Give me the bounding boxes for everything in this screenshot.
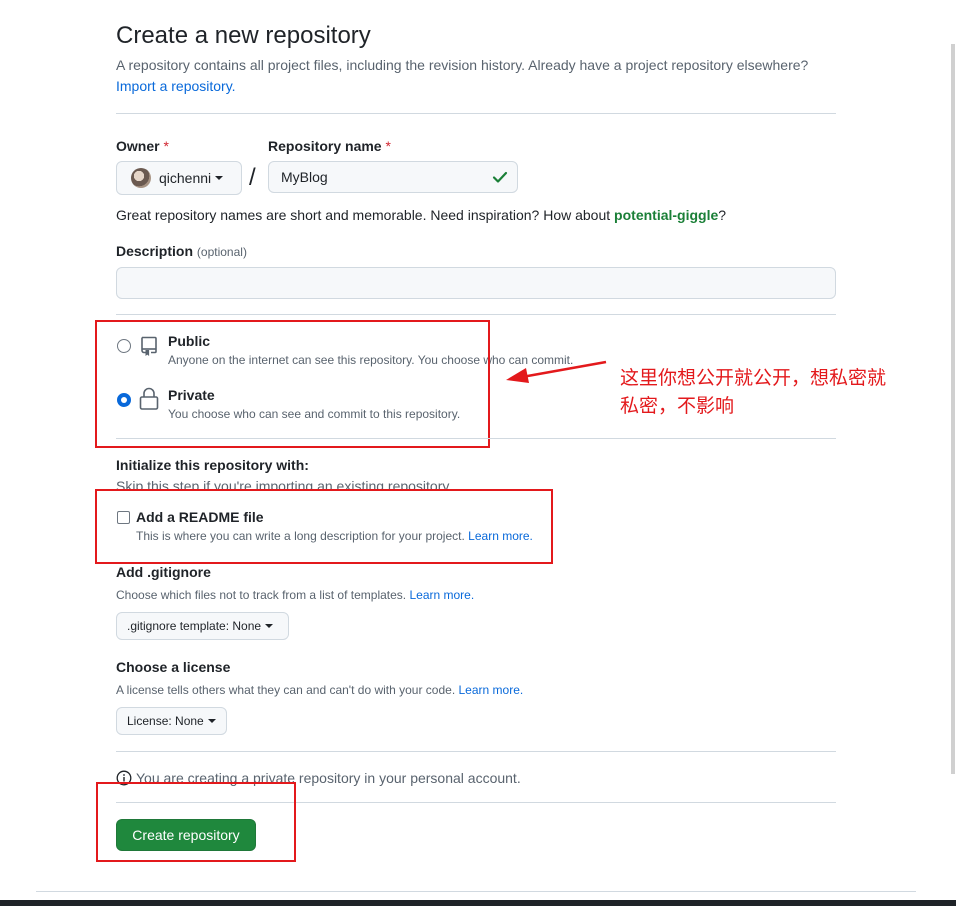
repo-name-label-text: Repository name bbox=[268, 138, 382, 154]
bottom-bar bbox=[0, 900, 956, 906]
required-mark: * bbox=[385, 138, 391, 154]
owner-select-button[interactable]: qichenni bbox=[116, 161, 242, 195]
gitignore-description: Choose which files not to track from a l… bbox=[116, 588, 474, 602]
repo-name-value: MyBlog bbox=[281, 169, 328, 185]
initialize-title: Initialize this repository with: bbox=[116, 457, 309, 473]
gitignore-learn-more-link[interactable]: Learn more. bbox=[409, 588, 474, 602]
annotation-text: 这里你想公开就公开，想私密就 私密，不影响 bbox=[620, 367, 887, 417]
readme-highlight-box bbox=[95, 489, 553, 564]
repo-name-label: Repository name * bbox=[268, 138, 391, 154]
divider bbox=[116, 438, 836, 439]
repo-name-input[interactable]: MyBlog bbox=[268, 161, 518, 193]
visibility-highlight-box bbox=[95, 320, 490, 448]
annotation-arrow-icon bbox=[506, 360, 607, 383]
owner-label-text: Owner bbox=[116, 138, 160, 154]
footer-divider bbox=[36, 891, 916, 892]
import-repository-link[interactable]: Import a repository. bbox=[116, 78, 236, 94]
description-label: Description (optional) bbox=[116, 243, 247, 259]
name-hint-text: Great repository names are short and mem… bbox=[116, 207, 615, 223]
description-label-text: Description bbox=[116, 243, 194, 259]
license-description-text: A license tells others what they can and… bbox=[116, 683, 456, 697]
description-input[interactable] bbox=[116, 267, 836, 299]
gitignore-description-text: Choose which files not to track from a l… bbox=[116, 588, 407, 602]
owner-label: Owner * bbox=[116, 138, 169, 154]
license-learn-more-link[interactable]: Learn more. bbox=[459, 683, 524, 697]
divider bbox=[116, 751, 836, 752]
gitignore-button-label: .gitignore template: None bbox=[127, 619, 262, 633]
license-description: A license tells others what they can and… bbox=[116, 683, 523, 697]
owner-repo-separator: / bbox=[249, 164, 256, 191]
owner-value: qichenni bbox=[159, 170, 212, 186]
scrollbar[interactable] bbox=[951, 44, 955, 774]
chevron-down-icon bbox=[207, 719, 216, 723]
page-subtitle: A repository contains all project files,… bbox=[116, 57, 809, 73]
license-title: Choose a license bbox=[116, 659, 231, 675]
name-hint-end: ? bbox=[718, 207, 727, 223]
name-suggestion-link[interactable]: potential-giggle bbox=[614, 207, 718, 223]
required-mark: * bbox=[163, 138, 169, 154]
check-icon bbox=[492, 171, 508, 183]
chevron-down-icon bbox=[215, 176, 224, 180]
name-hint: Great repository names are short and mem… bbox=[116, 207, 726, 223]
license-button-label: License: None bbox=[127, 714, 204, 728]
divider bbox=[116, 314, 836, 315]
license-button[interactable]: License: None bbox=[116, 707, 227, 735]
gitignore-template-button[interactable]: .gitignore template: None bbox=[116, 612, 289, 640]
page-title: Create a new repository bbox=[116, 22, 371, 49]
owner-avatar bbox=[131, 168, 151, 188]
create-highlight-box bbox=[96, 782, 296, 862]
optional-tag: (optional) bbox=[196, 245, 247, 259]
gitignore-title: Add .gitignore bbox=[116, 564, 211, 580]
chevron-down-icon bbox=[265, 624, 274, 628]
divider bbox=[116, 113, 836, 114]
